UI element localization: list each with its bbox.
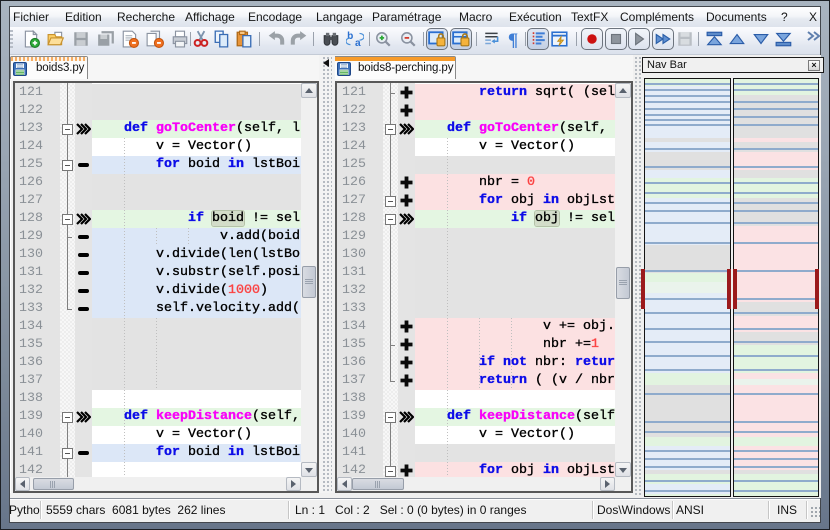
svg-text:b: b: [347, 31, 353, 42]
svg-text:¶: ¶: [508, 30, 518, 48]
svg-text:a: a: [355, 38, 361, 48]
